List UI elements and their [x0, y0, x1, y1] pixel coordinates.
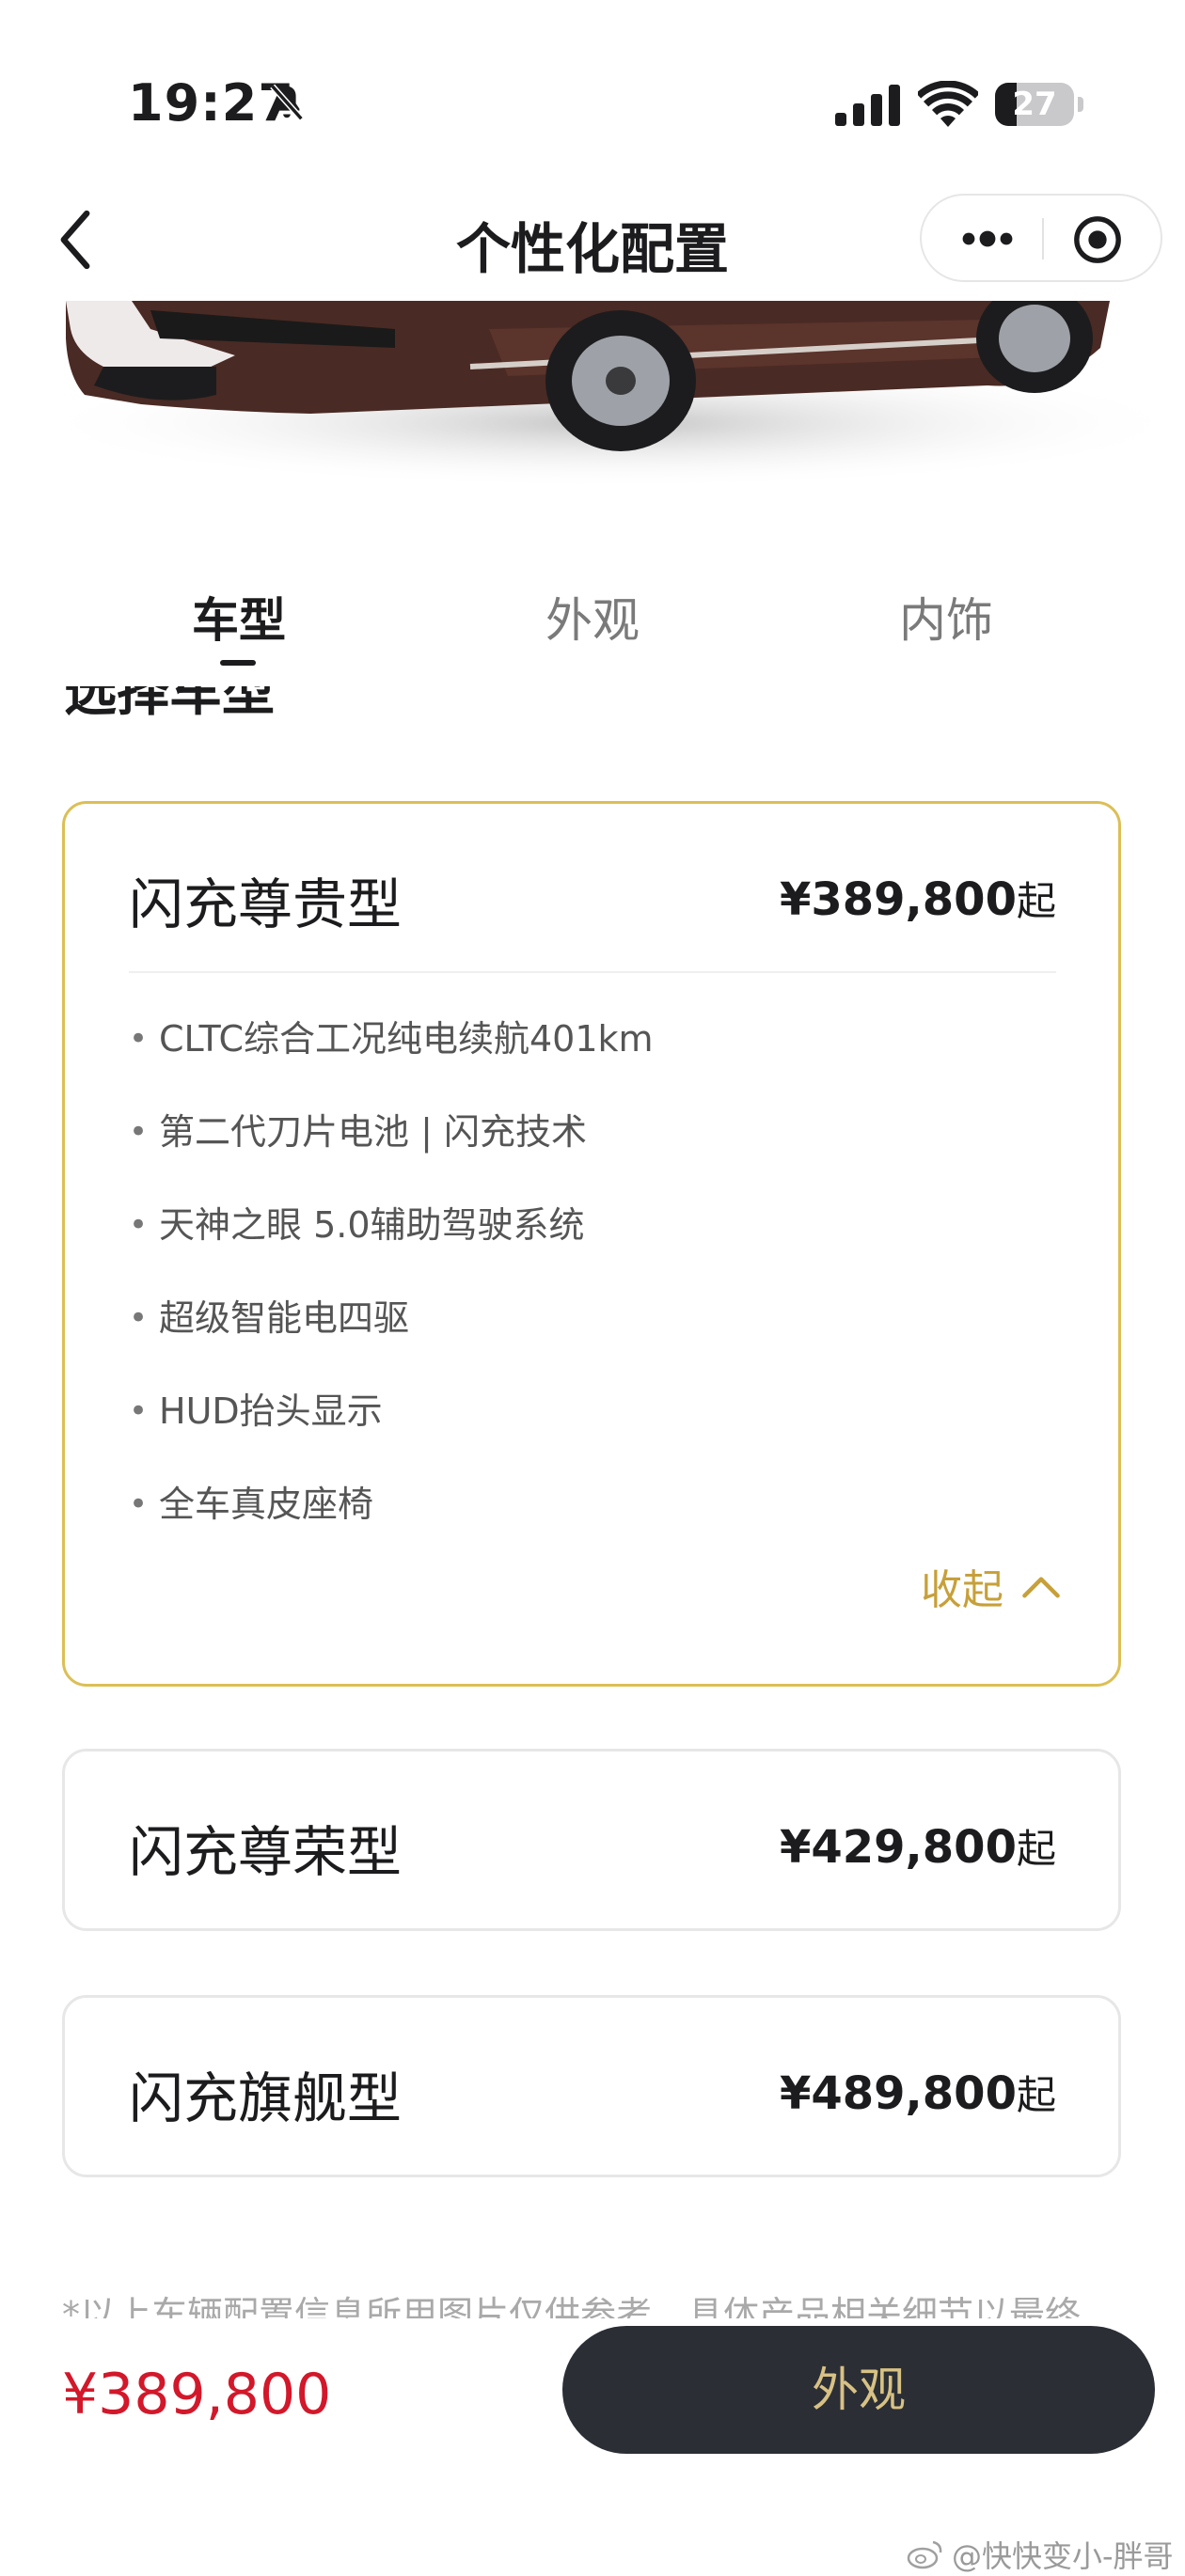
trim-price-suffix: 起 — [1016, 878, 1056, 924]
trim-price-suffix: 起 — [1016, 1826, 1056, 1872]
disclaimer-text: *以上车辆配置信息所用图片仅供参考，具体产品相关细节以最终 — [62, 2294, 1134, 2318]
watermark-text: @快快变小-胖哥 — [952, 2538, 1174, 2574]
more-options-icon[interactable] — [959, 220, 1016, 258]
trim-price-value: ¥429,800 — [779, 1821, 1017, 1874]
active-tab-indicator — [220, 660, 256, 666]
collapse-button[interactable]: 收起 — [921, 1556, 1062, 1616]
battery-cap — [1078, 97, 1083, 112]
car-illustration — [28, 301, 1185, 489]
trim-price: ¥489,800起 — [780, 2064, 1056, 2121]
trim-price: ¥429,800起 — [780, 1817, 1056, 1875]
feature-item: HUD抬头显示 — [129, 1381, 654, 1474]
tab-model[interactable]: 车型 — [98, 583, 380, 651]
trim-name: 闪充尊贵型 — [129, 872, 403, 936]
car-hero-image — [0, 301, 1185, 489]
trim-price-value: ¥489,800 — [779, 2067, 1017, 2120]
trim-name: 闪充旗舰型 — [129, 2066, 403, 2130]
section-title: 选择车型 — [64, 686, 440, 733]
weibo-watermark: @快快变小-胖哥 — [907, 2533, 1174, 2576]
feature-item: CLTC综合工况纯电续航401km — [129, 1009, 654, 1102]
tab-interior[interactable]: 内饰 — [805, 583, 1087, 651]
feature-item: 超级智能电四驱 — [129, 1288, 654, 1381]
card-divider — [129, 971, 1056, 973]
cellular-signal-icon — [835, 85, 900, 126]
total-price: ¥389,800 — [62, 2362, 332, 2427]
trim-card[interactable]: 闪充尊荣型 ¥429,800起 — [62, 1749, 1121, 1931]
trim-name: 闪充尊荣型 — [129, 1820, 403, 1884]
chevron-up-icon — [1022, 1577, 1060, 1598]
bell-muted-icon — [270, 84, 304, 121]
feature-item: 第二代刀片电池 | 闪充技术 — [129, 1102, 654, 1195]
miniprogram-capsule — [920, 194, 1162, 282]
trim-price-suffix: 起 — [1016, 2072, 1056, 2118]
collapse-label: 收起 — [921, 1566, 1003, 1614]
disclaimer-content: *以上车辆配置信息所用图片仅供参考，具体产品相关细节以最终 — [62, 2294, 1082, 2318]
capsule-divider — [1042, 218, 1044, 259]
section-title-text: 选择车型 — [64, 686, 275, 723]
trim-card-selected[interactable]: 闪充尊贵型 ¥389,800起 CLTC综合工况纯电续航401km 第二代刀片电… — [62, 801, 1121, 1687]
next-step-button[interactable]: 外观 — [562, 2326, 1155, 2454]
battery-percentage: 27 — [1012, 86, 1057, 123]
trim-card[interactable]: 闪充旗舰型 ¥489,800起 — [62, 1995, 1121, 2177]
trim-price-value: ¥389,800 — [779, 873, 1017, 926]
close-miniprogram-icon[interactable] — [1072, 214, 1123, 265]
config-tabs: 车型 外观 内饰 — [0, 583, 1185, 668]
trim-price: ¥389,800起 — [780, 870, 1056, 927]
battery-indicator: 27 — [995, 83, 1083, 126]
weibo-logo-icon — [907, 2540, 942, 2569]
tab-exterior[interactable]: 外观 — [451, 583, 734, 651]
status-bar: 19:27 27 — [0, 0, 1185, 188]
feature-item: 全车真皮座椅 — [129, 1474, 654, 1567]
navigation-bar: 个性化配置 — [0, 179, 1185, 301]
feature-item: 天神之眼 5.0辅助驾驶系统 — [129, 1195, 654, 1288]
feature-list: CLTC综合工况纯电续航401km 第二代刀片电池 | 闪充技术 天神之眼 5.… — [129, 1009, 654, 1567]
wifi-icon — [918, 81, 978, 127]
